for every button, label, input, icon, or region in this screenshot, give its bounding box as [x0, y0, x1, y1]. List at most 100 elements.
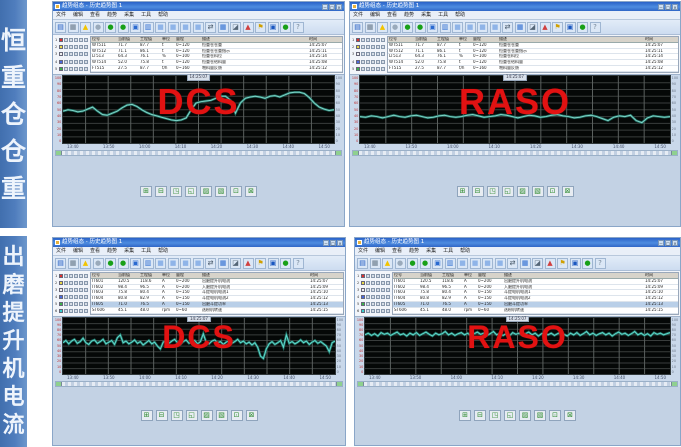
pen-option-button[interactable] — [376, 274, 381, 278]
copy-icon[interactable]: ▥ — [143, 258, 154, 269]
menu-item[interactable]: 工具 — [438, 11, 448, 20]
pane1-icon[interactable]: ■ — [452, 22, 463, 33]
zoom-in-icon[interactable]: ◳ — [170, 186, 182, 197]
page-first-icon[interactable]: ⊞ — [140, 186, 152, 197]
export-icon[interactable]: ⊡ — [230, 186, 242, 197]
menu-item[interactable]: 趋势 — [107, 11, 117, 20]
pen-option-button[interactable] — [371, 281, 376, 285]
zoom-in-icon[interactable]: ◳ — [487, 186, 499, 197]
pen-color-swatch[interactable] — [361, 288, 366, 292]
pen-option-button[interactable] — [79, 52, 84, 56]
page-prev-icon[interactable]: ⊟ — [155, 186, 167, 197]
pen-option-button[interactable] — [74, 67, 79, 71]
page-prev-icon[interactable]: ⊟ — [474, 410, 486, 421]
pen-option-button[interactable] — [371, 45, 376, 49]
pen-option-button[interactable] — [69, 274, 74, 278]
pen-option-button[interactable] — [376, 45, 381, 49]
pen-option-button[interactable] — [366, 52, 371, 56]
table-row[interactable]: FT51527.587.7t/h0~160喂料量反馈14:25:12 — [91, 66, 342, 72]
run-icon[interactable]: ● — [280, 258, 291, 269]
table-icon[interactable]: ▦ — [515, 22, 526, 33]
close-icon[interactable]: × — [672, 4, 678, 10]
pan-right-icon[interactable]: ▧ — [215, 186, 227, 197]
start-icon[interactable]: ● — [407, 258, 418, 269]
pen-option-button[interactable] — [79, 281, 84, 285]
pen-option-button[interactable] — [74, 45, 79, 49]
window-titlebar[interactable]: 趋势组态 - 历史趋势图 1－□× — [355, 238, 680, 247]
pen-option-button[interactable] — [84, 309, 89, 313]
menu-item[interactable]: 编辑 — [73, 11, 83, 20]
maximize-icon[interactable]: □ — [330, 240, 336, 246]
close-icon[interactable]: × — [672, 240, 678, 246]
pen-option-button[interactable] — [386, 281, 391, 285]
pane4-icon[interactable]: ■ — [490, 22, 501, 33]
pen-option-button[interactable] — [79, 45, 84, 49]
pen-color-swatch[interactable] — [361, 309, 366, 313]
swap-icon[interactable]: ⇄ — [502, 22, 513, 33]
page-prev-icon[interactable]: ⊟ — [156, 410, 168, 421]
pane2-icon[interactable]: ■ — [470, 258, 481, 269]
page-prev-icon[interactable]: ⊟ — [472, 186, 484, 197]
flag-icon[interactable]: ⚑ — [255, 258, 266, 269]
pen-option-button[interactable] — [366, 67, 371, 71]
pen-option-button[interactable] — [69, 60, 74, 64]
table-row[interactable]: ST60645.148.0rpm0~60选粉机转速14:25:15 — [91, 308, 343, 314]
resume-icon[interactable]: ● — [415, 22, 426, 33]
table-row[interactable]: FT51527.587.7t/h0~160喂料量反馈14:25:12 — [388, 66, 678, 72]
menu-item[interactable]: 文件 — [358, 247, 368, 256]
marker-icon[interactable]: ▲ — [243, 22, 254, 33]
page-first-icon[interactable]: ⊞ — [141, 410, 153, 421]
scroll-right-button[interactable] — [671, 151, 677, 155]
alarm-icon[interactable]: ▲ — [80, 22, 91, 33]
split-icon[interactable]: ◪ — [230, 22, 241, 33]
alarm-icon[interactable]: ▲ — [80, 258, 91, 269]
scroll-left-button[interactable] — [56, 151, 62, 155]
pen-option-button[interactable] — [79, 288, 84, 292]
save-icon[interactable]: ▣ — [130, 258, 141, 269]
pen-option-button[interactable] — [376, 38, 381, 42]
pen-option-button[interactable] — [376, 288, 381, 292]
pane3-icon[interactable]: ■ — [482, 258, 493, 269]
scroll-right-button[interactable] — [335, 151, 341, 155]
menu-item[interactable]: 查看 — [90, 11, 100, 20]
export-icon[interactable]: ⊡ — [547, 186, 559, 197]
pen-option-button[interactable] — [361, 38, 366, 42]
pen-option-button[interactable] — [371, 67, 376, 71]
help-icon[interactable]: ? — [293, 258, 304, 269]
pen-option-button[interactable] — [376, 309, 381, 313]
print-icon[interactable]: ⊠ — [562, 186, 574, 197]
pen-option-button[interactable] — [366, 288, 371, 292]
scroll-left-button[interactable] — [353, 151, 359, 155]
pen-option-button[interactable] — [366, 281, 371, 285]
pen-option-button[interactable] — [79, 309, 84, 313]
pen-option-button[interactable] — [381, 38, 386, 42]
pen-option-button[interactable] — [74, 38, 79, 42]
pen-option-button[interactable] — [376, 52, 381, 56]
zoom-out-icon[interactable]: ◱ — [502, 186, 514, 197]
minimize-icon[interactable]: － — [322, 4, 328, 10]
open-icon[interactable]: ▤ — [357, 258, 368, 269]
pan-left-icon[interactable]: ▨ — [517, 186, 529, 197]
pen-color-swatch[interactable] — [356, 38, 361, 42]
pen-color-swatch[interactable] — [361, 302, 366, 306]
zoom-icon[interactable]: ▣ — [268, 22, 279, 33]
pan-right-icon[interactable]: ▧ — [534, 410, 546, 421]
zoom-in-icon[interactable]: ◳ — [171, 410, 183, 421]
pen-option-button[interactable] — [381, 52, 386, 56]
menu-item[interactable]: 帮助 — [158, 247, 168, 256]
table-row[interactable]: ST60645.148.0rpm0~60选粉机转速14:25:15 — [393, 308, 678, 314]
menu-item[interactable]: 帮助 — [158, 11, 168, 20]
pan-left-icon[interactable]: ▨ — [200, 186, 212, 197]
pane4-icon[interactable]: ■ — [193, 22, 204, 33]
pen-option-button[interactable] — [366, 38, 371, 42]
pen-option-button[interactable] — [371, 309, 376, 313]
pan-left-icon[interactable]: ▨ — [201, 410, 213, 421]
maximize-icon[interactable]: □ — [665, 4, 671, 10]
pen-option-button[interactable] — [74, 281, 79, 285]
pen-option-button[interactable] — [366, 309, 371, 313]
help-icon[interactable]: ? — [293, 22, 304, 33]
pen-option-button[interactable] — [79, 295, 84, 299]
pen-option-button[interactable] — [64, 288, 69, 292]
pen-option-button[interactable] — [371, 288, 376, 292]
pen-color-swatch[interactable] — [356, 67, 361, 71]
